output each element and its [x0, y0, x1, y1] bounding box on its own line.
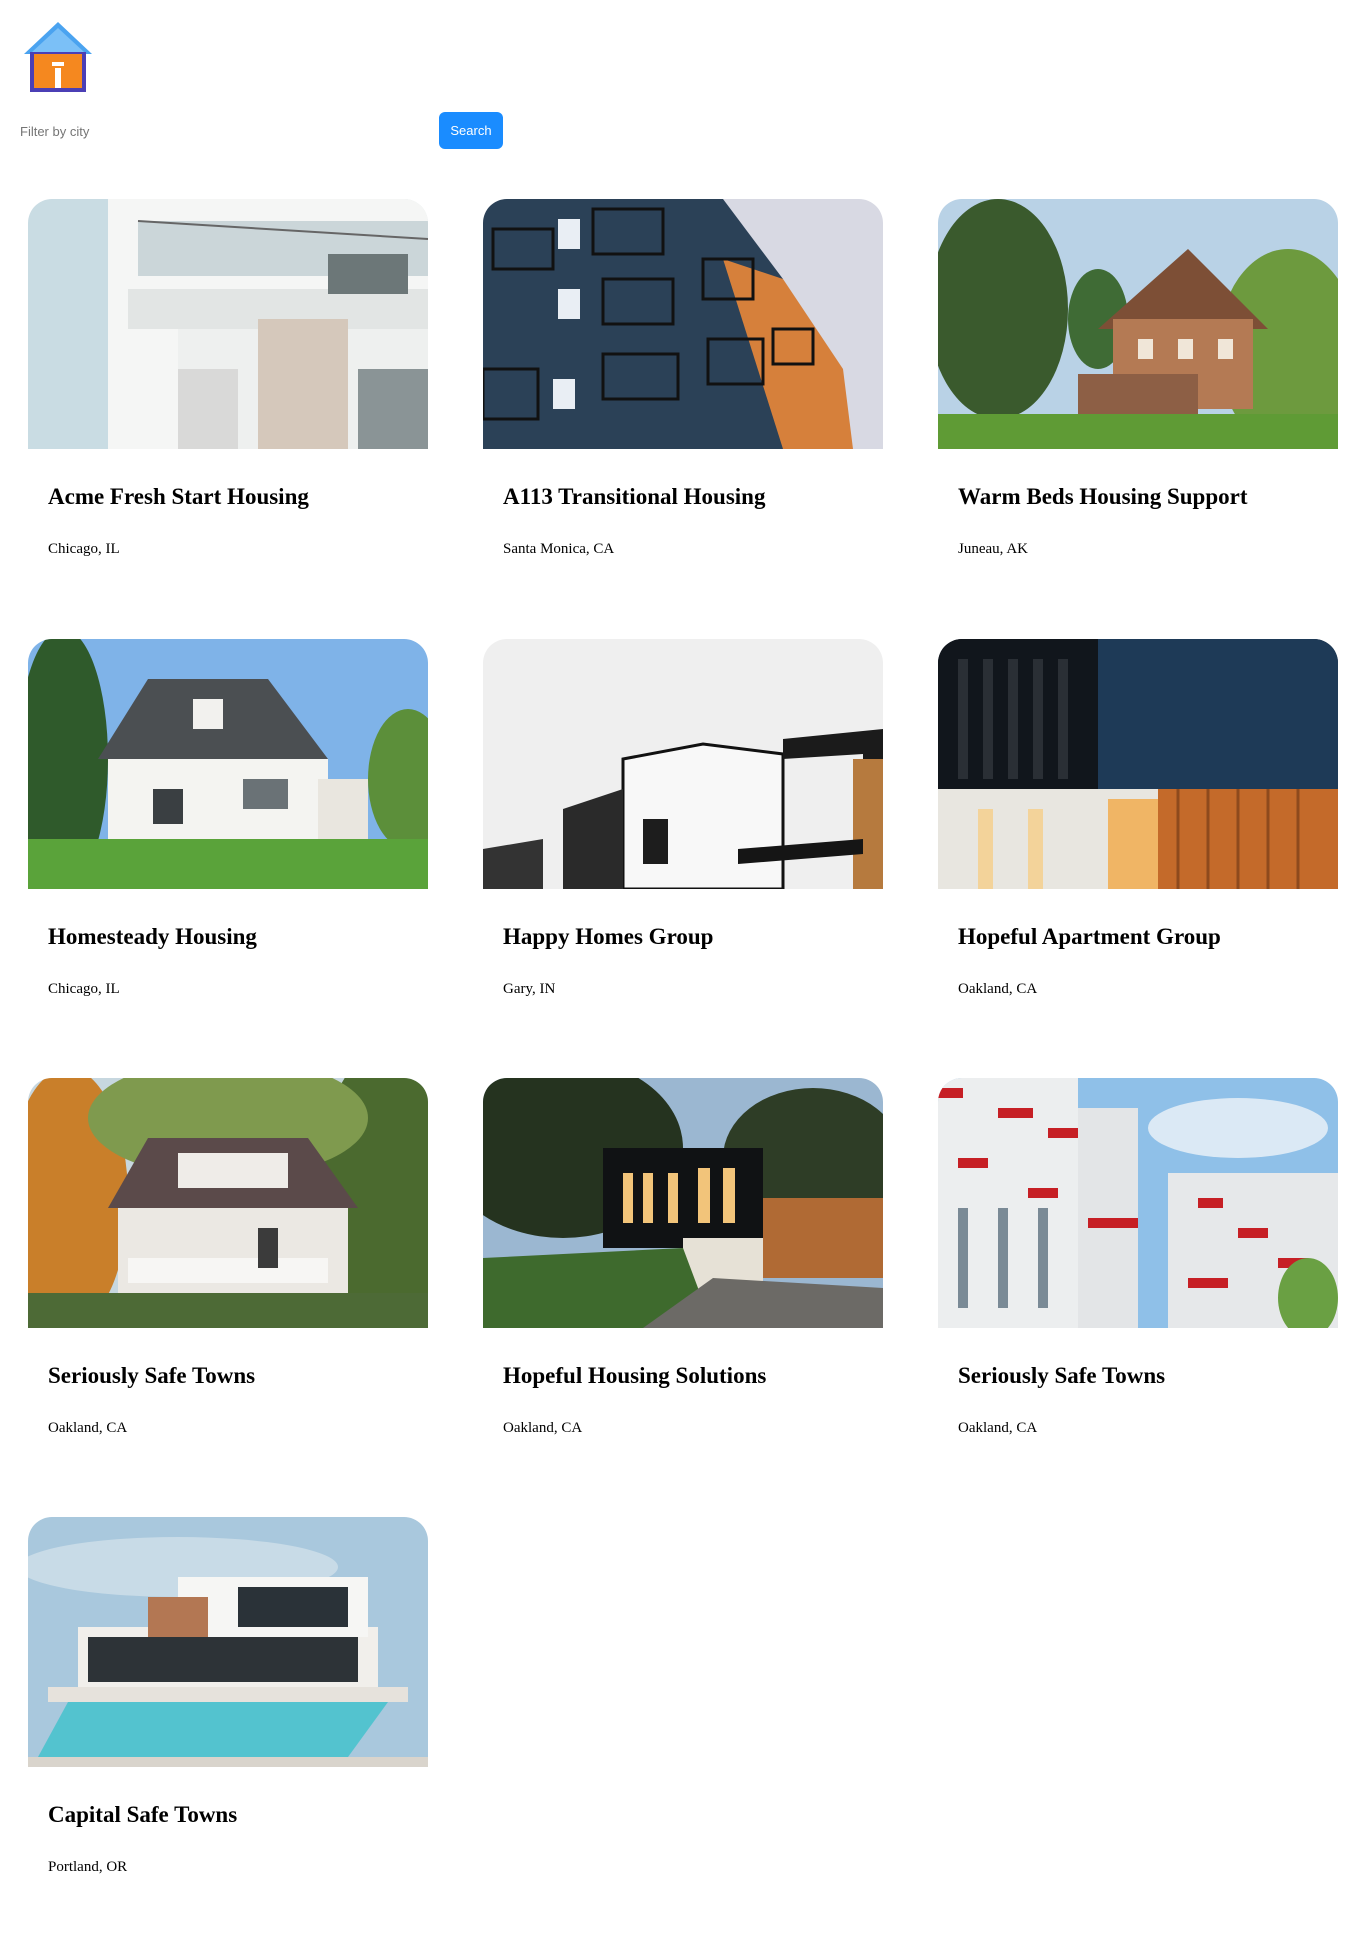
listing-card[interactable]: Capital Safe Towns Portland, OR: [28, 1517, 428, 1917]
listing-card[interactable]: Warm Beds Housing Support Juneau, AK: [938, 199, 1338, 599]
listing-city: Gary, IN: [503, 981, 556, 997]
listing-card[interactable]: Homesteady Housing Chicago, IL: [28, 639, 428, 1039]
house-icon[interactable]: [18, 20, 98, 94]
listing-title: Acme Fresh Start Housing: [48, 484, 309, 509]
listing-title: A113 Transitional Housing: [503, 484, 766, 509]
listing-card[interactable]: Hopeful Housing Solutions Oakland, CA: [483, 1078, 883, 1478]
listing-title: Capital Safe Towns: [48, 1802, 238, 1827]
listing-photo: [483, 199, 883, 449]
listing-title: Hopeful Housing Solutions: [503, 1363, 767, 1388]
listing-city: Oakland, CA: [958, 981, 1038, 997]
listing-card[interactable]: Acme Fresh Start Housing Chicago, IL: [28, 199, 428, 599]
listing-title: Hopeful Apartment Group: [958, 924, 1221, 949]
listing-city: Juneau, AK: [958, 541, 1028, 557]
listing-photo: [483, 1078, 883, 1328]
site-header: [18, 20, 98, 94]
listing-city: Santa Monica, CA: [503, 541, 615, 557]
listing-photo: [483, 639, 883, 889]
search-button[interactable]: Search: [439, 112, 503, 149]
listing-photo: [938, 1078, 1338, 1328]
listing-photo: [28, 199, 428, 449]
listing-title: Warm Beds Housing Support: [958, 484, 1248, 509]
listing-city: Oakland, CA: [48, 1420, 128, 1436]
listing-city: Chicago, IL: [48, 981, 120, 997]
listing-photo: [28, 1078, 428, 1328]
listing-city: Oakland, CA: [958, 1420, 1038, 1436]
listing-title: Happy Homes Group: [503, 924, 714, 949]
listing-title: Seriously Safe Towns: [48, 1363, 256, 1388]
listing-card[interactable]: Seriously Safe Towns Oakland, CA: [938, 1078, 1338, 1478]
listing-title: Seriously Safe Towns: [958, 1363, 1166, 1388]
listing-city: Oakland, CA: [503, 1420, 583, 1436]
listing-card[interactable]: Happy Homes Group Gary, IN: [483, 639, 883, 1039]
listing-city: Portland, OR: [48, 1859, 128, 1875]
city-filter-input[interactable]: [20, 112, 430, 150]
listing-card[interactable]: A113 Transitional Housing Santa Monica, …: [483, 199, 883, 599]
search-bar: Search: [20, 112, 510, 150]
listing-photo: [938, 639, 1338, 889]
listing-photo: [938, 199, 1338, 449]
listing-photo: [28, 639, 428, 889]
listing-photo: [28, 1517, 428, 1767]
listing-card[interactable]: Seriously Safe Towns Oakland, CA: [28, 1078, 428, 1478]
listing-card[interactable]: Hopeful Apartment Group Oakland, CA: [938, 639, 1338, 1039]
listing-title: Homesteady Housing: [48, 924, 257, 949]
listing-city: Chicago, IL: [48, 541, 120, 557]
